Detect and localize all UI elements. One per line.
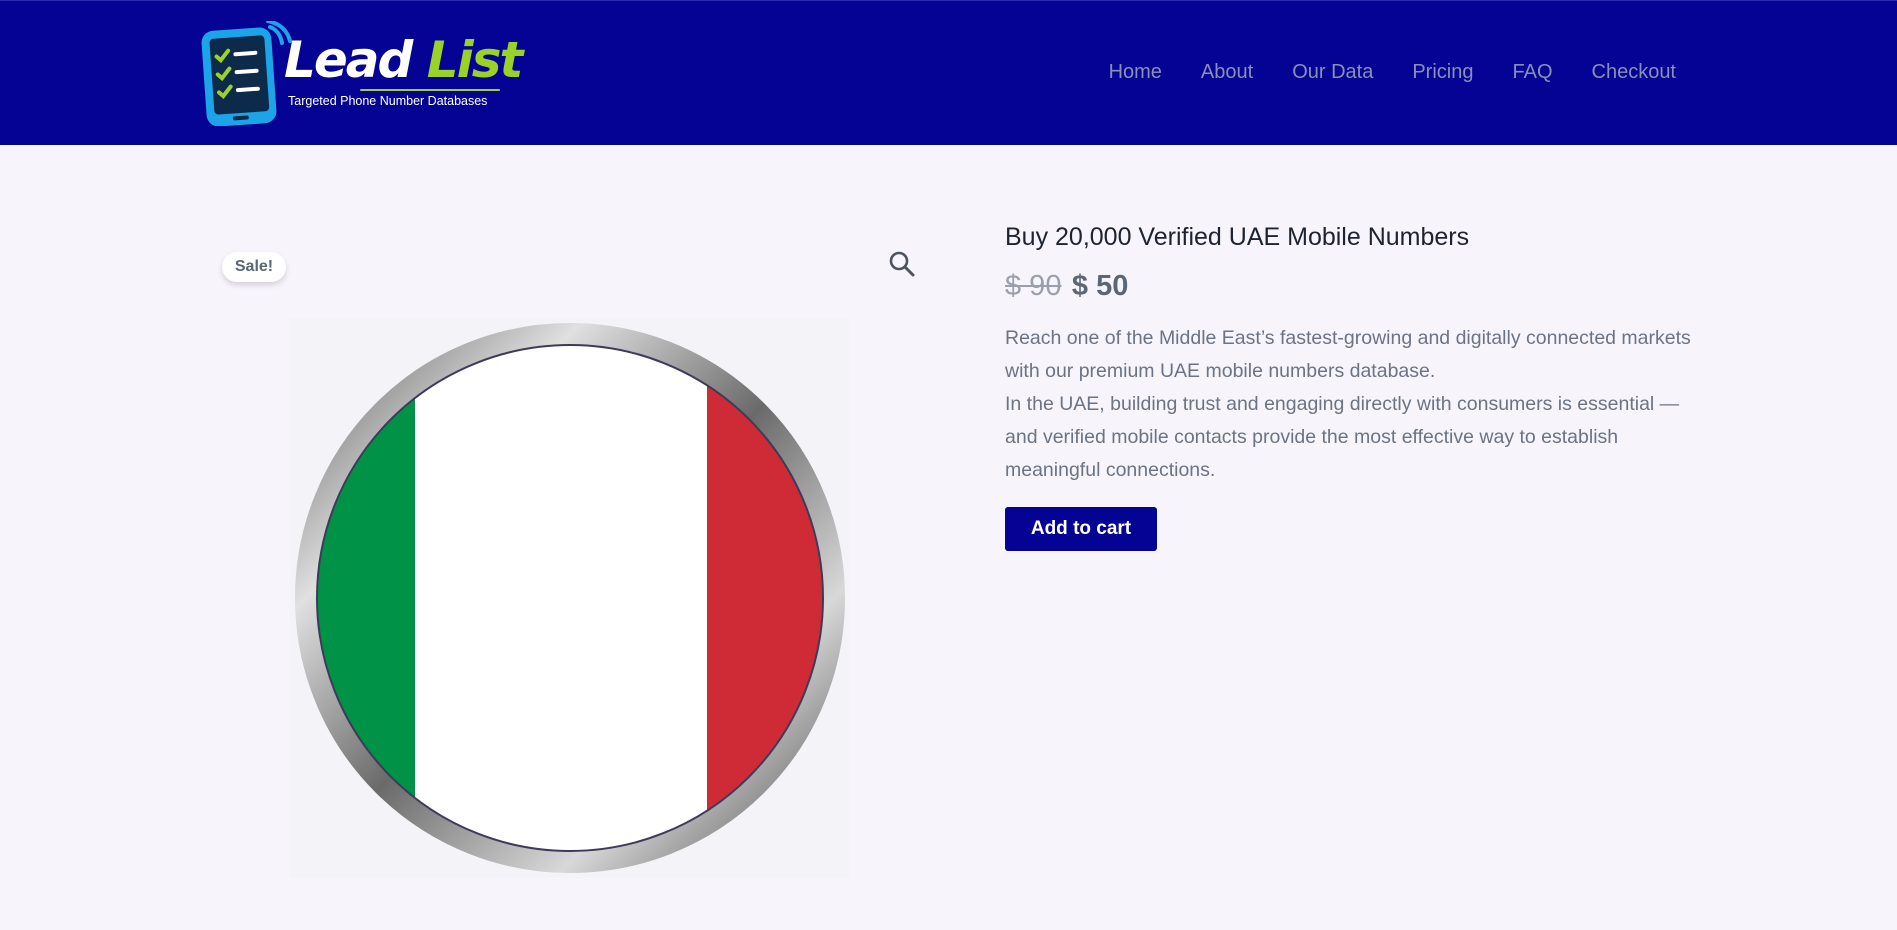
sale-badge: Sale! [222, 252, 286, 282]
product-description: Reach one of the Middle East’s fastest-g… [1005, 322, 1705, 487]
site-header: Lead List Targeted Phone Number Database… [0, 0, 1897, 145]
magnifier-icon[interactable] [888, 250, 916, 278]
price-sale: $ 50 [1071, 270, 1129, 302]
logo-tagline: Targeted Phone Number Databases [288, 94, 488, 108]
flag-white-band [415, 344, 707, 852]
add-to-cart-button[interactable]: Add to cart [1005, 507, 1157, 551]
nav-about[interactable]: About [1201, 61, 1253, 84]
logo-underline [360, 89, 500, 91]
nav-checkout[interactable]: Checkout [1592, 61, 1677, 84]
nav-our-data[interactable]: Our Data [1292, 61, 1373, 84]
product-title: Buy 20,000 Verified UAE Mobile Numbers [1005, 223, 1470, 251]
logo-wordmark: Lead List [284, 35, 523, 85]
product-image[interactable] [290, 318, 850, 878]
description-paragraph-1: Reach one of the Middle East’s fastest-g… [1005, 327, 1691, 382]
product-price: $ 90 $ 50 [1005, 270, 1705, 310]
nav-faq[interactable]: FAQ [1512, 61, 1552, 84]
logo-word-list: List [426, 31, 524, 89]
site-logo[interactable]: Lead List Targeted Phone Number Database… [200, 21, 523, 126]
product-summary: Buy 20,000 Verified UAE Mobile Numbers $… [1005, 218, 1705, 551]
main-nav: Home About Our Data Pricing FAQ Checkout [1070, 61, 1676, 84]
description-paragraph-2: In the UAE, building trust and engaging … [1005, 393, 1680, 481]
nav-home[interactable]: Home [1109, 61, 1162, 84]
nav-pricing[interactable]: Pricing [1412, 61, 1473, 84]
logo-word-lead: Lead [284, 31, 413, 89]
price-original: $ 90 [1005, 270, 1062, 302]
